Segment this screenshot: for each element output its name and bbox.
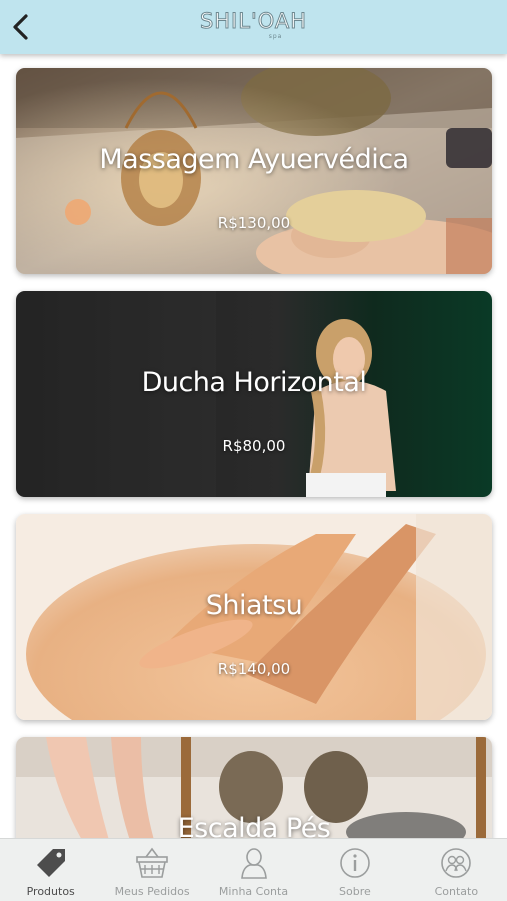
product-title: Escalda Pés	[177, 813, 331, 838]
user-icon	[240, 848, 267, 879]
logo-text: SHIL'OAH	[199, 9, 308, 33]
product-price: R$140,00	[217, 660, 291, 678]
basket-icon	[136, 847, 168, 878]
app-header: SHIL'OAH spa	[0, 0, 507, 54]
info-icon	[340, 848, 370, 878]
tab-label: Meus Pedidos	[114, 885, 190, 898]
brand-logo: SHIL'OAH spa	[0, 9, 507, 41]
tag-icon	[36, 849, 65, 877]
tab-label: Sobre	[339, 885, 371, 898]
product-price: R$80,00	[222, 437, 286, 455]
product-card-ducha-horizontal[interactable]: Ducha Horizontal R$80,00	[16, 291, 492, 497]
tab-meus-pedidos[interactable]: Meus Pedidos	[101, 839, 202, 901]
tab-sobre[interactable]: Sobre	[304, 839, 405, 901]
tab-produtos[interactable]: Produtos	[0, 839, 101, 901]
product-card-escalda-pes[interactable]: Escalda Pés	[16, 737, 492, 838]
contacts-icon	[441, 848, 472, 878]
product-title: Shiatsu	[205, 590, 303, 621]
product-card-shiatsu[interactable]: Shiatsu R$140,00	[16, 514, 492, 720]
product-title: Massagem Ayuervédica	[99, 144, 409, 175]
tab-minha-conta[interactable]: Minha Conta	[203, 839, 304, 901]
product-price: R$130,00	[217, 214, 291, 232]
product-card-massagem-ayuervedica[interactable]: Massagem Ayuervédica R$130,00	[16, 68, 492, 274]
tab-contato[interactable]: Contato	[406, 839, 507, 901]
product-title: Ducha Horizontal	[141, 367, 367, 398]
tab-label: Minha Conta	[218, 885, 289, 898]
tab-label: Contato	[434, 885, 479, 898]
tab-label: Produtos	[26, 885, 75, 898]
bottom-tab-bar: Produtos Meus Pedidos Minha Conta Sobre	[0, 838, 507, 901]
product-list[interactable]: Massagem Ayuervédica R$130,00 Ducha Hori	[0, 54, 507, 838]
logo-subtext: spa	[268, 33, 283, 40]
